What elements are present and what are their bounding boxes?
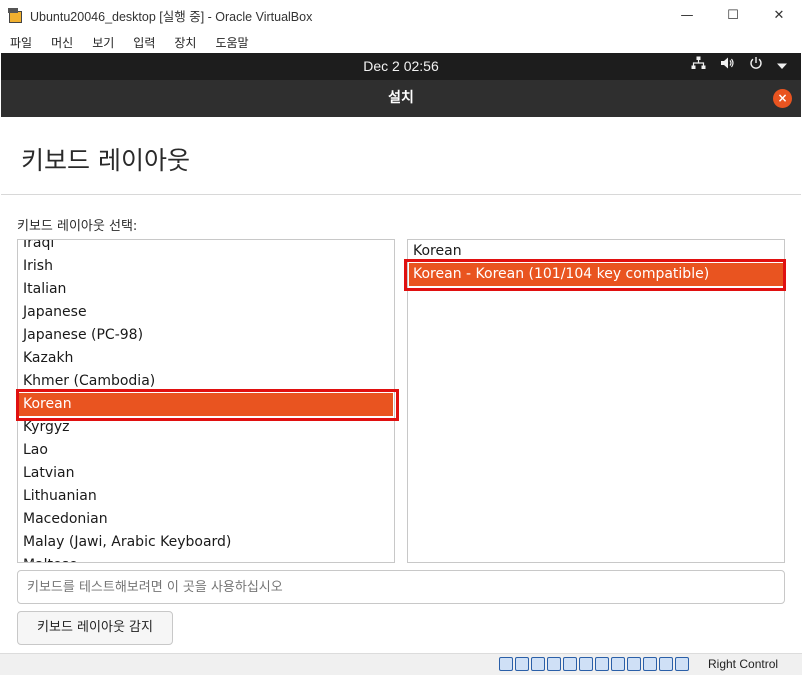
host-key-label: Right Control (708, 657, 779, 671)
menu-view[interactable]: 보기 (92, 34, 114, 51)
divider (1, 194, 801, 195)
network-icon[interactable] (691, 53, 706, 80)
detect-layout-button[interactable]: 키보드 레이아웃 감지 (17, 611, 173, 645)
optical-icon[interactable] (515, 657, 529, 671)
guest-screen: Dec 2 02:56 설치 × 키보드 레이아웃 키보드 레이아웃 선택: I… (1, 53, 801, 655)
layout-item[interactable]: Malay (Jawi, Arabic Keyboard) (19, 531, 393, 554)
menu-help[interactable]: 도움말 (215, 34, 248, 51)
window-title-bar: Ubuntu20046_desktop [실행 중] - Oracle Virt… (0, 0, 802, 31)
layout-item[interactable]: Macedonian (19, 508, 393, 531)
keyboard-test-input[interactable] (17, 570, 785, 604)
page-title: 키보드 레이아웃 (21, 146, 190, 175)
layout-item[interactable]: Italian (19, 278, 393, 301)
virtualbox-status-bar: Right Control (0, 653, 802, 675)
menu-devices[interactable]: 장치 (174, 34, 196, 51)
layout-item[interactable]: Irish (19, 255, 393, 278)
power-icon[interactable] (749, 53, 763, 80)
menu-file[interactable]: 파일 (10, 34, 32, 51)
status-icons (499, 657, 689, 673)
menu-bar: 파일 머신 보기 입력 장치 도움말 (0, 31, 802, 53)
minimize-button[interactable]: — (664, 0, 710, 31)
video-capture-icon[interactable] (611, 657, 625, 671)
installer-header: 설치 × (1, 80, 801, 117)
installer-title: 설치 (388, 90, 414, 106)
ubuntu-top-panel: Dec 2 02:56 (1, 53, 801, 80)
menu-machine[interactable]: 머신 (51, 34, 73, 51)
system-tray[interactable] (691, 53, 787, 80)
menu-input[interactable]: 입력 (133, 34, 155, 51)
layout-item[interactable]: Japanese (19, 301, 393, 324)
layout-item[interactable]: Latvian (19, 462, 393, 485)
shared-folder-icon[interactable] (579, 657, 593, 671)
highlight-box-variant (404, 259, 786, 291)
hdd-icon[interactable] (499, 657, 513, 671)
layout-item[interactable]: Kazakh (19, 347, 393, 370)
keyboard-icon[interactable] (659, 657, 673, 671)
mouse-icon[interactable] (643, 657, 657, 671)
cpu-icon[interactable] (627, 657, 641, 671)
layout-list-label: 키보드 레이아웃 선택: (17, 219, 138, 234)
layout-item[interactable]: Iraqi (19, 240, 393, 255)
layout-item[interactable]: Japanese (PC-98) (19, 324, 393, 347)
close-window-button[interactable]: ✕ (756, 0, 802, 31)
arrow-down-icon[interactable] (675, 657, 689, 671)
virtualbox-app-icon (8, 7, 24, 24)
chevron-down-icon[interactable] (777, 53, 787, 80)
panel-clock[interactable]: Dec 2 02:56 (1, 53, 801, 80)
installer-close-button[interactable]: × (773, 89, 792, 108)
layout-item[interactable]: Lithuanian (19, 485, 393, 508)
display-icon[interactable] (595, 657, 609, 671)
volume-icon[interactable] (720, 53, 735, 80)
window-title: Ubuntu20046_desktop [실행 중] - Oracle Virt… (30, 10, 313, 24)
audio-icon[interactable] (531, 657, 545, 671)
maximize-button[interactable]: ☐ (710, 0, 756, 31)
usb-icon[interactable] (563, 657, 577, 671)
highlight-box-layout (16, 389, 399, 421)
window-controls: — ☐ ✕ (664, 0, 802, 31)
layout-item[interactable]: Maltese (19, 554, 393, 562)
network-icon[interactable] (547, 657, 561, 671)
layout-item[interactable]: Lao (19, 439, 393, 462)
